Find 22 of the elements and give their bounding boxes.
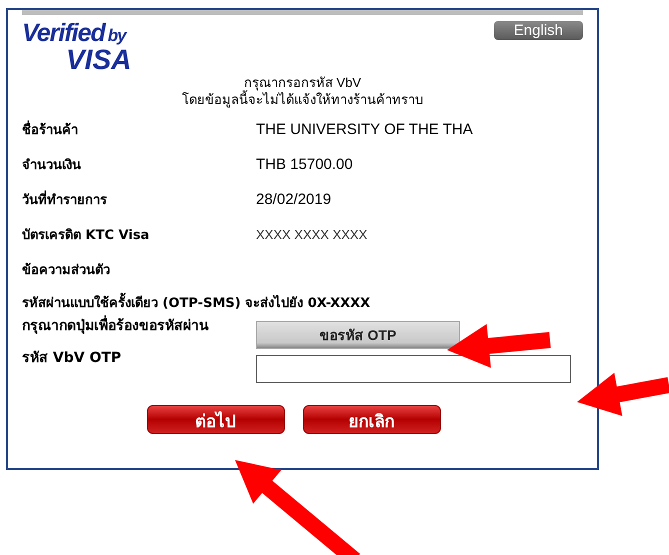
otp-notice: รหัสผ่านแบบใช้ครั้งเดียว (OTP-SMS) จะส่งไปยัง 0X-XXXX [22, 287, 583, 317]
field-label: วันที่ทำรายการ [22, 182, 256, 217]
field-value: 28/02/2019 [256, 190, 332, 210]
otp-input-field[interactable] [256, 355, 571, 383]
field-label: จำนวนเงิน [22, 157, 82, 175]
field-value: THB 15700.00 [256, 155, 354, 175]
logo-text: Verified [22, 19, 105, 47]
heading-text: โดยข้อมูลนี้จะไม่ได้แจ้งให้ทางร้านค้าทราบ [181, 91, 424, 108]
field-value: THE UNIVERSITY OF THE THA [256, 120, 474, 140]
field-value: XXXX XXXX XXXX [256, 226, 368, 244]
field-label: กรุณากดปุ่มเพื่อร้องขอรหัสผ่าน [22, 317, 237, 335]
logo-text: by [108, 26, 126, 45]
next-button[interactable]: ต่อไป [146, 405, 284, 434]
field-label: รหัส VbV OTP [22, 349, 122, 367]
field-label: ชื่อร้านค้า [22, 112, 256, 147]
cancel-button[interactable]: ยกเลิก [302, 405, 440, 434]
field-label: บัตรเครดิต KTC Visa [22, 227, 150, 245]
visa-logo: VISA [66, 46, 132, 74]
language-button[interactable]: English [494, 21, 583, 40]
request-otp-button[interactable]: ขอรหัส OTP [256, 321, 460, 349]
heading-text: กรุณากรอกรหัส VbV [244, 74, 362, 90]
field-label: ข้อความส่วนตัว [22, 262, 111, 280]
